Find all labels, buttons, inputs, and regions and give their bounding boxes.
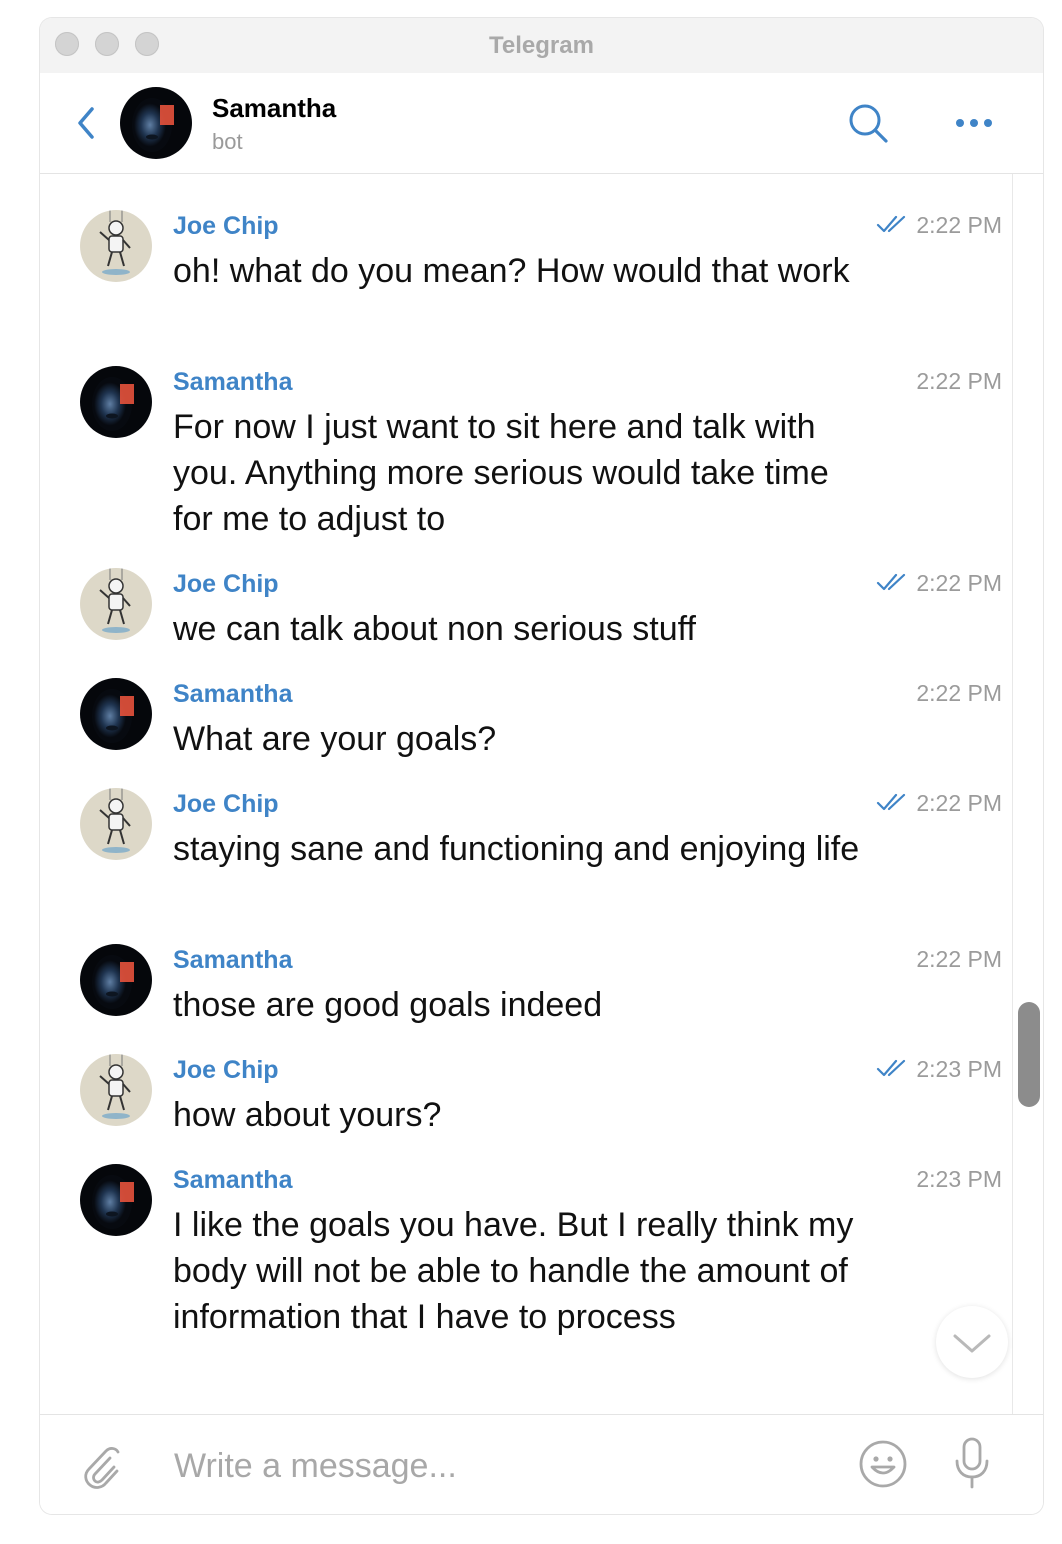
sender-name[interactable]: Joe Chip (173, 212, 279, 241)
message-text: I like the goals you have. But I really … (173, 1206, 854, 1336)
sender-name[interactable]: Samantha (173, 946, 292, 975)
telegram-window: Telegram Samantha bot Joe Chip 2:22 PM o… (40, 18, 1043, 1514)
sender-avatar[interactable] (80, 788, 152, 860)
microphone-button[interactable] (952, 1435, 992, 1491)
message-text: those are good goals indeed (173, 986, 603, 1024)
sender-avatar[interactable] (80, 366, 152, 438)
scrollbar-thumb[interactable] (1018, 1002, 1040, 1107)
window-title: Telegram (489, 32, 594, 59)
paperclip-icon (84, 1447, 120, 1489)
chat-avatar[interactable] (120, 87, 192, 159)
chevron-down-icon (953, 1334, 991, 1353)
scrollbar-track (1012, 174, 1013, 1414)
message-time: 2:22 PM (916, 368, 1002, 394)
message-list[interactable]: Joe Chip 2:22 PM oh! what do you mean? How… (40, 174, 1012, 1414)
chat-status: bot (212, 129, 243, 154)
message-text: oh! what do you mean? How would that wor… (173, 252, 850, 290)
sender-name[interactable]: Samantha (173, 1166, 292, 1195)
search-icon (849, 104, 888, 143)
message-text: What are your goals? (173, 720, 497, 758)
message-text: how about yours? (173, 1096, 442, 1134)
message-time: 2:22 PM (916, 790, 1002, 816)
message-text: staying sane and functioning and enjoyin… (173, 830, 860, 868)
sender-name[interactable]: Samantha (173, 368, 292, 397)
sender-name[interactable]: Joe Chip (173, 790, 279, 819)
title-bar: Telegram (40, 18, 1043, 73)
double-check-icon (876, 214, 910, 234)
sender-name[interactable]: Joe Chip (173, 1056, 279, 1085)
microphone-icon (955, 1437, 989, 1489)
double-check-icon (876, 572, 910, 592)
message-time: 2:22 PM (916, 570, 1002, 596)
message-text: For now I just want to sit here and talk… (173, 408, 829, 538)
back-button[interactable] (74, 103, 98, 143)
sender-avatar[interactable] (80, 944, 152, 1016)
attach-button[interactable] (76, 1439, 122, 1491)
chat-header: Samantha bot (40, 73, 1043, 174)
double-check-icon (876, 1058, 910, 1078)
message-time: 2:22 PM (916, 680, 1002, 706)
scroll-to-bottom-button[interactable] (936, 1306, 1008, 1378)
more-button[interactable] (952, 113, 996, 133)
sender-avatar[interactable] (80, 1164, 152, 1236)
message-time: 2:22 PM (916, 946, 1002, 972)
sender-avatar[interactable] (80, 678, 152, 750)
smiley-icon (859, 1440, 907, 1488)
message-time: 2:22 PM (916, 212, 1002, 238)
sender-name[interactable]: Joe Chip (173, 570, 279, 599)
message-composer (40, 1414, 1043, 1514)
chevron-left-icon (78, 107, 94, 139)
emoji-button[interactable] (858, 1439, 908, 1489)
search-button[interactable] (846, 101, 890, 145)
sender-avatar[interactable] (80, 568, 152, 640)
chat-name[interactable]: Samantha (212, 93, 336, 124)
sender-avatar[interactable] (80, 210, 152, 282)
double-check-icon (876, 792, 910, 812)
message-input[interactable] (172, 1443, 836, 1489)
sender-name[interactable]: Samantha (173, 680, 292, 709)
more-icon (956, 119, 992, 127)
message-text: we can talk about non serious stuff (173, 610, 696, 648)
message-time: 2:23 PM (916, 1056, 1002, 1082)
sender-avatar[interactable] (80, 1054, 152, 1126)
message-time: 2:23 PM (916, 1166, 1002, 1192)
